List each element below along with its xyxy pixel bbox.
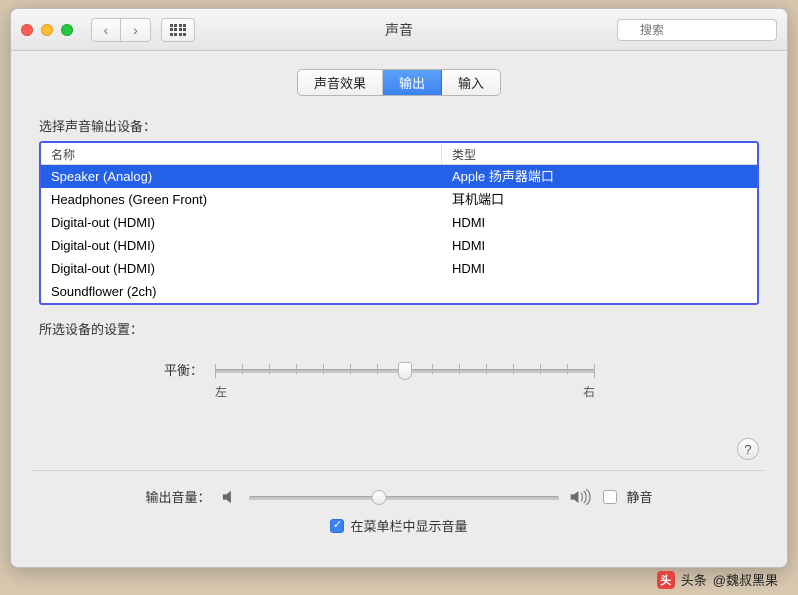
balance-right-label: 右 — [583, 383, 595, 400]
device-name: Digital-out (HDMI) — [41, 257, 442, 280]
balance-row: 平衡： — [159, 360, 759, 379]
content: 声音效果 输出 输入 选择声音输出设备： 名称 类型 Speaker (Anal… — [11, 51, 787, 549]
chevron-right-icon: › — [133, 22, 138, 38]
minimize-button[interactable] — [41, 24, 53, 36]
maximize-button[interactable] — [61, 24, 73, 36]
table-header: 名称 类型 — [41, 143, 757, 165]
speaker-low-icon — [221, 489, 239, 505]
sound-preferences-window: ‹ › 声音 声音效果 输出 输入 选择声音输出设备： 名称 类型 — [10, 8, 788, 568]
balance-label: 平衡： — [159, 360, 203, 379]
tab-input[interactable]: 输入 — [442, 70, 500, 95]
volume-label: 输出音量： — [145, 487, 210, 506]
speaker-high-icon — [569, 488, 593, 506]
back-button[interactable]: ‹ — [91, 18, 121, 42]
balance-left-label: 左 — [215, 383, 227, 400]
menubar-row: 在菜单栏中显示音量 — [39, 516, 759, 535]
tab-sound-effects[interactable]: 声音效果 — [298, 70, 383, 95]
device-type: HDMI — [442, 257, 757, 280]
show-all-button[interactable] — [161, 18, 195, 42]
attribution: 头 头条 @魏叔黑果 — [657, 570, 778, 589]
show-in-menubar-checkbox[interactable] — [330, 519, 344, 533]
select-device-label: 选择声音输出设备： — [39, 116, 759, 135]
table-row[interactable]: Digital-out (HDMI) HDMI — [41, 257, 757, 280]
device-settings-label: 所选设备的设置： — [39, 319, 759, 338]
volume-row: 输出音量： 静音 — [39, 487, 759, 506]
volume-slider[interactable] — [249, 488, 559, 506]
device-name: Digital-out (HDMI) — [41, 234, 442, 257]
tabs: 声音效果 输出 输入 — [39, 69, 759, 96]
chevron-left-icon: ‹ — [104, 22, 109, 38]
mute-label: 静音 — [627, 487, 653, 506]
table-row[interactable]: Digital-out (HDMI) HDMI — [41, 234, 757, 257]
help-row: ? — [39, 438, 759, 460]
tab-segment: 声音效果 输出 输入 — [297, 69, 501, 96]
device-table: 名称 类型 Speaker (Analog) Apple 扬声器端口 Headp… — [39, 141, 759, 305]
device-name: Headphones (Green Front) — [41, 188, 442, 211]
balance-marks: 左 右 — [215, 383, 595, 400]
close-button[interactable] — [21, 24, 33, 36]
column-type[interactable]: 类型 — [442, 143, 757, 164]
device-type: Apple 扬声器端口 — [442, 165, 757, 188]
device-name: Digital-out (HDMI) — [41, 211, 442, 234]
nav-buttons: ‹ › — [91, 18, 151, 42]
show-in-menubar-label: 在菜单栏中显示音量 — [350, 516, 467, 535]
traffic-lights — [21, 24, 73, 36]
grid-icon — [170, 24, 187, 36]
table-row[interactable]: Soundflower (2ch) — [41, 280, 757, 303]
toutiao-logo-icon: 头 — [657, 571, 675, 589]
device-type: HDMI — [442, 211, 757, 234]
balance-thumb[interactable] — [398, 362, 412, 380]
search-wrap — [617, 19, 777, 41]
balance-slider[interactable] — [215, 361, 595, 379]
tab-output[interactable]: 输出 — [383, 70, 442, 95]
device-name: Speaker (Analog) — [41, 165, 442, 188]
table-row[interactable]: Digital-out (HDMI) HDMI — [41, 211, 757, 234]
titlebar: ‹ › 声音 — [11, 9, 787, 51]
device-type — [442, 280, 757, 303]
attribution-author: @魏叔黑果 — [713, 570, 778, 589]
slider-track — [249, 496, 559, 500]
mute-checkbox[interactable] — [603, 490, 617, 504]
device-type: 耳机端口 — [442, 188, 757, 211]
table-row[interactable]: Headphones (Green Front) 耳机端口 — [41, 188, 757, 211]
device-type: HDMI — [442, 234, 757, 257]
attribution-prefix: 头条 — [681, 570, 707, 589]
table-row[interactable]: Speaker (Analog) Apple 扬声器端口 — [41, 165, 757, 188]
forward-button[interactable]: › — [121, 18, 151, 42]
help-button[interactable]: ? — [737, 438, 759, 460]
device-name: Soundflower (2ch) — [41, 280, 442, 303]
column-name[interactable]: 名称 — [41, 143, 442, 164]
divider — [33, 470, 765, 471]
search-input[interactable] — [617, 19, 777, 41]
volume-thumb[interactable] — [371, 490, 386, 505]
